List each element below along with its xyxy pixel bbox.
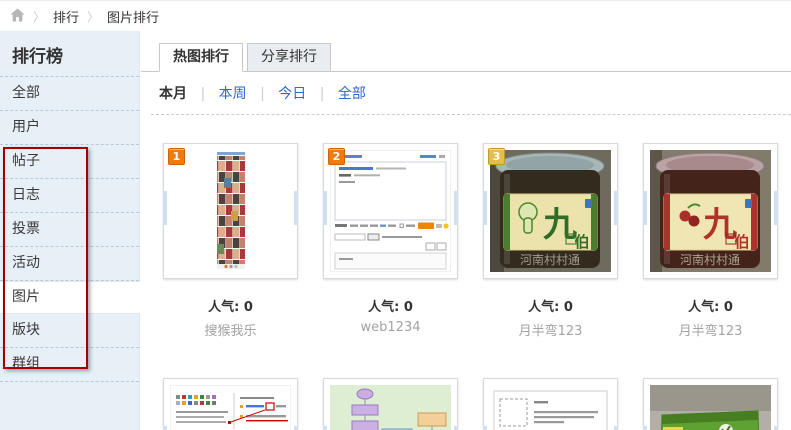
time-filters: 本月 | 本周 | 今日 | 全部 <box>141 72 791 103</box>
filter-separator: | <box>320 86 325 102</box>
jar-brand-main: 九 <box>703 205 737 245</box>
thumbnail-red-jar: 九 伯 河南村村通 <box>650 150 771 272</box>
picture-card <box>163 378 298 430</box>
picture-thumbnail[interactable] <box>323 378 458 430</box>
stack-decoration <box>774 426 778 430</box>
stack-decoration <box>643 191 647 225</box>
jar-brand-sub: 伯 <box>734 233 749 251</box>
card-row-1: 1 <box>141 143 791 339</box>
stack-decoration <box>643 426 647 430</box>
sidebar-item-polls[interactable]: 投票 <box>0 213 139 247</box>
picture-thumbnail[interactable]: 九 伯 河南村村通 <box>643 143 778 279</box>
breadcrumb-separator: 〉 <box>33 8 45 25</box>
sidebar-list: 全部 用户 帖子 日志 投票 活动 图片 版块 群组 <box>0 77 139 382</box>
jar-brand-sub: 伯 <box>574 233 589 251</box>
popularity-count: 人气: 0 <box>643 296 778 315</box>
sidebar-title: 排行榜 <box>0 31 139 76</box>
stack-decoration <box>163 191 167 225</box>
stack-decoration <box>614 191 618 225</box>
thumbnail-green-jar: 九 伯 河南村村通 <box>490 150 611 272</box>
stack-decoration <box>483 191 487 225</box>
tab-share-rankings[interactable]: 分享排行 <box>247 43 331 72</box>
uploader-username[interactable]: 月半弯123 <box>483 320 618 339</box>
stack-decoration <box>323 426 327 430</box>
sidebar-item-forums[interactable]: 版块 <box>0 314 139 348</box>
picture-card: 九 伯 河南村村通 人气: 0 月半弯123 <box>643 143 778 339</box>
stack-decoration <box>454 426 458 430</box>
picture-card: 山野 <box>643 378 778 430</box>
uploader-username[interactable]: 月半弯123 <box>643 320 778 339</box>
stack-decoration <box>614 426 618 430</box>
popularity-count: 人气: 0 <box>483 296 618 315</box>
thumbnail-web-form <box>330 150 451 272</box>
stack-decoration <box>163 426 167 430</box>
picture-thumbnail[interactable] <box>163 378 298 430</box>
breadcrumb-rankings[interactable]: 排行 <box>53 7 79 26</box>
picture-card <box>323 378 458 430</box>
filter-this-month[interactable]: 本月 <box>159 86 187 102</box>
uploader-username[interactable]: web1234 <box>323 320 458 335</box>
picture-thumbnail[interactable]: 山野 <box>643 378 778 430</box>
uploader-username[interactable]: 搜猴我乐 <box>163 320 298 339</box>
filter-separator: | <box>200 86 205 102</box>
rank-badge: 1 <box>168 148 185 165</box>
sidebar-item-posts[interactable]: 帖子 <box>0 145 139 179</box>
divider <box>151 114 791 115</box>
popularity-count: 人气: 0 <box>323 296 458 315</box>
thumbnail-editor-annotated <box>170 385 291 430</box>
filter-all-time[interactable]: 全部 <box>338 86 366 102</box>
thumbnail-green-package: 山野 <box>650 385 771 430</box>
stack-decoration <box>294 191 298 225</box>
popularity-count: 人气: 0 <box>163 296 298 315</box>
picture-card: 3 <box>483 143 618 339</box>
ranking-page: 〉 排行 〉 图片排行 排行榜 全部 用户 帖子 日志 投票 活动 图片 版块 … <box>0 0 791 430</box>
sidebar-item-users[interactable]: 用户 <box>0 111 139 145</box>
stack-decoration <box>483 426 487 430</box>
picture-card: 1 <box>163 143 298 339</box>
ranking-sidebar: 排行榜 全部 用户 帖子 日志 投票 活动 图片 版块 群组 <box>0 31 140 430</box>
home-icon[interactable] <box>10 8 25 22</box>
sidebar-item-activities[interactable]: 活动 <box>0 247 139 281</box>
rank-badge: 3 <box>488 148 505 165</box>
stack-decoration <box>294 426 298 430</box>
tab-hot-pictures[interactable]: 热图排行 <box>159 43 243 72</box>
breadcrumb-picture-rankings[interactable]: 图片排行 <box>107 7 159 26</box>
sidebar-item-blogs[interactable]: 日志 <box>0 179 139 213</box>
stack-decoration <box>774 191 778 225</box>
jar-watermark: 河南村村通 <box>680 252 740 267</box>
main-content: 热图排行 分享排行 本月 | 本周 | 今日 | 全部 1 <box>141 43 791 430</box>
breadcrumb: 〉 排行 〉 图片排行 <box>0 1 791 31</box>
breadcrumb-separator: 〉 <box>87 8 99 25</box>
sidebar-item-groups[interactable]: 群组 <box>0 348 139 382</box>
picture-thumbnail[interactable]: 1 <box>163 143 298 279</box>
thumbnail-flowchart <box>330 385 451 430</box>
thumbnail-announcement-page <box>490 385 611 430</box>
filter-separator: | <box>260 86 265 102</box>
stack-decoration <box>323 191 327 225</box>
picture-thumbnail[interactable] <box>483 378 618 430</box>
thumbnail-photo-wall <box>170 150 291 272</box>
ranking-tabs: 热图排行 分享排行 <box>141 43 791 72</box>
rank-badge: 2 <box>328 148 345 165</box>
card-row-2: 山野 <box>141 378 791 430</box>
filter-this-week[interactable]: 本周 <box>219 86 247 102</box>
picture-thumbnail[interactable]: 3 <box>483 143 618 279</box>
picture-card <box>483 378 618 430</box>
picture-card: 2 <box>323 143 458 339</box>
filter-today[interactable]: 今日 <box>278 86 306 102</box>
stack-decoration <box>454 191 458 225</box>
jar-watermark: 河南村村通 <box>520 252 580 267</box>
sidebar-item-all[interactable]: 全部 <box>0 77 139 111</box>
sidebar-item-pictures[interactable]: 图片 <box>0 281 140 314</box>
jar-brand-main: 九 <box>543 205 577 245</box>
picture-thumbnail[interactable]: 2 <box>323 143 458 279</box>
